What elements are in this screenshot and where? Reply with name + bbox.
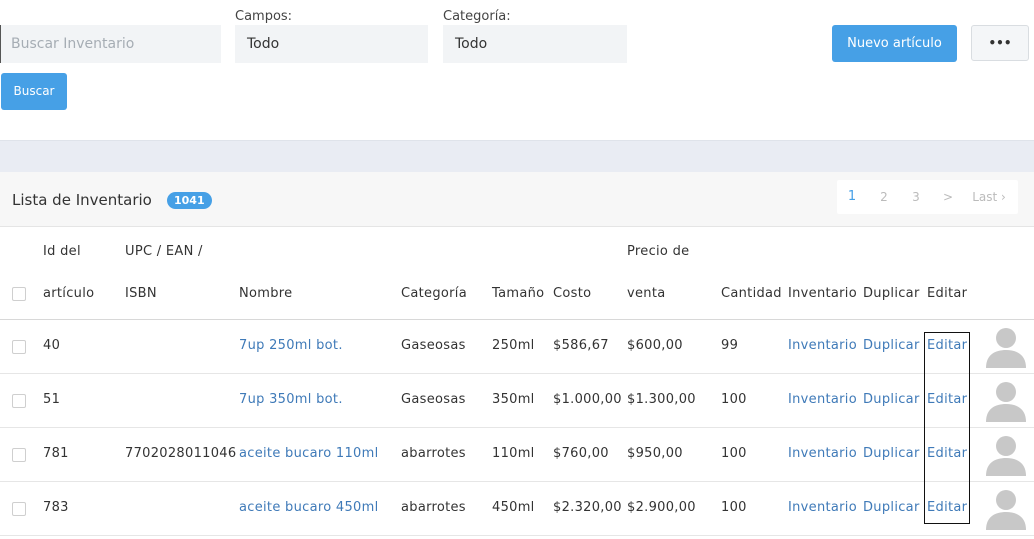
cell-nombre-link[interactable]: aceite bucaro 450ml	[239, 500, 379, 515]
item-image-placeholder[interactable]	[984, 432, 1028, 476]
cell-costo: $1.000,00	[553, 392, 622, 407]
campos-label: Campos:	[235, 9, 293, 24]
item-image-placeholder[interactable]	[984, 324, 1028, 368]
header-precio-line1: Precio de	[627, 244, 690, 259]
cell-costo: $2.320,00	[553, 500, 622, 515]
cell-id: 783	[43, 500, 69, 515]
inventario-link[interactable]: Inventario	[788, 446, 857, 461]
row-checkbox[interactable]	[12, 448, 26, 462]
cell-precio: $600,00	[627, 338, 683, 353]
editar-focus-outline	[924, 332, 970, 524]
cell-nombre-link[interactable]: 7up 250ml bot.	[239, 338, 343, 353]
cell-cantidad: 100	[721, 500, 747, 515]
section-divider	[0, 140, 1034, 173]
item-image-placeholder[interactable]	[984, 486, 1028, 530]
cell-costo: $586,67	[553, 338, 609, 353]
search-input[interactable]	[0, 25, 221, 63]
page-next-link[interactable]: >	[939, 180, 957, 214]
pagination: 1 2 3 > Last ›	[837, 180, 1018, 214]
user-avatar-icon	[984, 436, 1028, 480]
header-id-line2: artículo	[43, 286, 95, 301]
header-categoria[interactable]: Categoría	[401, 286, 467, 301]
cell-cantidad: 99	[721, 338, 739, 353]
header-upc-line2: ISBN	[125, 286, 157, 301]
cell-costo: $760,00	[553, 446, 609, 461]
user-avatar-icon	[984, 328, 1028, 372]
campos-select[interactable]: Todo	[235, 25, 428, 63]
new-item-button[interactable]: Nuevo artículo	[832, 25, 957, 62]
header-editar: Editar	[927, 286, 968, 301]
row-divider	[0, 481, 1034, 482]
cell-precio: $1.300,00	[627, 392, 696, 407]
page-3-link[interactable]: 3	[907, 180, 925, 214]
cell-categoria: abarrotes	[401, 500, 466, 515]
cell-precio: $950,00	[627, 446, 683, 461]
inventario-link[interactable]: Inventario	[788, 338, 857, 353]
panel-title: Lista de Inventario	[12, 191, 152, 209]
cell-categoria: Gaseosas	[401, 338, 466, 353]
cell-nombre-link[interactable]: 7up 350ml bot.	[239, 392, 343, 407]
cell-nombre-link[interactable]: aceite bucaro 110ml	[239, 446, 379, 461]
cell-tamano: 450ml	[492, 500, 535, 515]
search-button[interactable]: Buscar	[1, 73, 67, 110]
cell-upc: 7702028011046	[125, 446, 237, 461]
row-divider	[0, 535, 1034, 536]
header-divider	[0, 319, 1034, 320]
header-tamano[interactable]: Tamaño	[492, 286, 544, 301]
user-avatar-icon	[984, 382, 1028, 426]
row-checkbox[interactable]	[12, 340, 26, 354]
header-duplicar: Duplicar	[863, 286, 920, 301]
categoria-label: Categoría:	[443, 9, 511, 24]
user-avatar-icon	[984, 490, 1028, 534]
inventory-count-badge: 1041	[167, 192, 212, 209]
campos-select-value: Todo	[247, 36, 280, 52]
row-divider	[0, 427, 1034, 428]
duplicar-link[interactable]: Duplicar	[863, 338, 920, 353]
duplicar-link[interactable]: Duplicar	[863, 446, 920, 461]
cell-tamano: 250ml	[492, 338, 535, 353]
header-costo[interactable]: Costo	[553, 286, 591, 301]
cell-cantidad: 100	[721, 446, 747, 461]
row-checkbox[interactable]	[12, 394, 26, 408]
header-nombre[interactable]: Nombre	[239, 286, 292, 301]
header-upc-line1: UPC / EAN /	[125, 244, 203, 259]
inventario-link[interactable]: Inventario	[788, 392, 857, 407]
cell-id: 781	[43, 446, 69, 461]
cell-cantidad: 100	[721, 392, 747, 407]
item-image-placeholder[interactable]	[984, 378, 1028, 422]
header-cantidad[interactable]: Cantidad	[721, 286, 782, 301]
duplicar-link[interactable]: Duplicar	[863, 500, 920, 515]
page-1-link[interactable]: 1	[843, 180, 861, 214]
inventario-link[interactable]: Inventario	[788, 500, 857, 515]
page-last-link[interactable]: Last ›	[967, 180, 1011, 214]
cell-id: 51	[43, 392, 61, 407]
categoria-select[interactable]: Todo	[443, 25, 627, 63]
cell-categoria: abarrotes	[401, 446, 466, 461]
header-inventario: Inventario	[788, 286, 857, 301]
cell-categoria: Gaseosas	[401, 392, 466, 407]
cell-id: 40	[43, 338, 61, 353]
header-precio-line2: venta	[627, 286, 666, 301]
cell-precio: $2.900,00	[627, 500, 696, 515]
row-divider	[0, 373, 1034, 374]
select-all-checkbox[interactable]	[12, 287, 26, 301]
header-id-line1: Id del	[43, 244, 81, 259]
categoria-select-value: Todo	[455, 36, 488, 52]
row-checkbox[interactable]	[12, 502, 26, 516]
more-options-button[interactable]: •••	[971, 25, 1029, 61]
cell-tamano: 110ml	[492, 446, 535, 461]
page-2-link[interactable]: 2	[875, 180, 893, 214]
duplicar-link[interactable]: Duplicar	[863, 392, 920, 407]
cell-tamano: 350ml	[492, 392, 535, 407]
